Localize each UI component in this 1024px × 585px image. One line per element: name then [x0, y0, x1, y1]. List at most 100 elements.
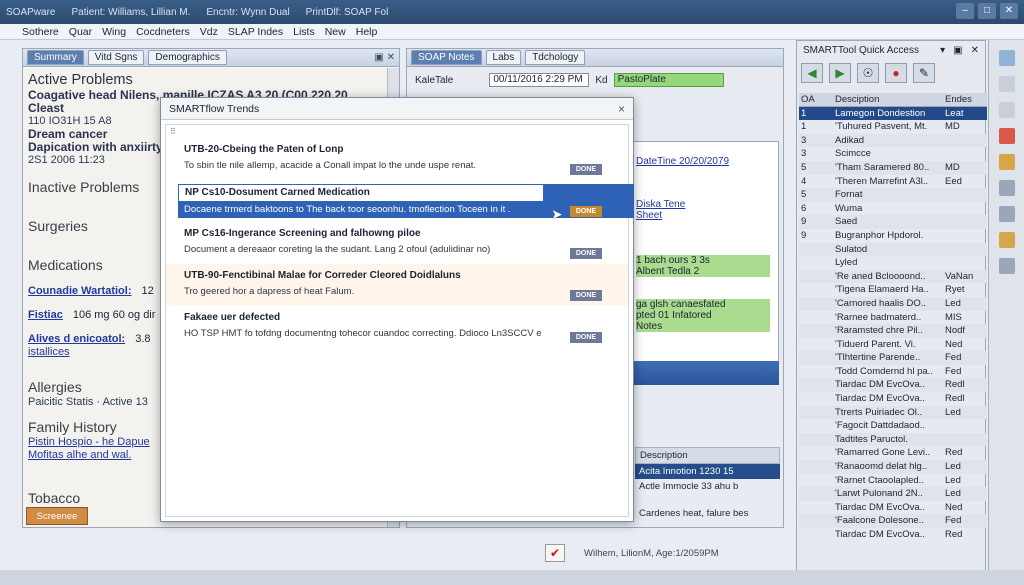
grid-cell-desc: 'Tigena Elamaerd Ha..: [835, 284, 929, 296]
grid-row[interactable]: 'Faalcone Dolesone.. Fed: [799, 514, 987, 528]
grid-row[interactable]: 'Tiduerd Parent. Vi. Ned: [799, 338, 987, 352]
menu-item-quar[interactable]: Quar: [69, 26, 92, 38]
column-header[interactable]: OA: [799, 93, 835, 106]
minimize-button[interactable]: –: [956, 3, 974, 19]
note-link[interactable]: Sheet: [636, 210, 770, 221]
status-field[interactable]: PastoPlate: [613, 73, 724, 87]
done-button[interactable]: DONE: [570, 164, 602, 175]
flow-title: UTB-20-Cbeing the Paten of Lonp: [184, 144, 344, 155]
grid-row[interactable]: 3 Scimcce: [799, 147, 987, 161]
column-header[interactable]: Desciption: [835, 93, 945, 106]
tab-labs[interactable]: Labs: [485, 50, 522, 65]
note-icon[interactable]: [998, 232, 1015, 248]
menu-item-cocdneters[interactable]: Cocdneters: [136, 26, 190, 38]
grid-row[interactable]: 'Raramsted chre Pil.. Nodf: [799, 324, 987, 338]
close-icon[interactable]: ✕: [971, 45, 979, 56]
grid-row[interactable]: 'Carnored haalis DO.. Led: [799, 296, 987, 311]
grid-row[interactable]: Ttrerts Puiriadec Ol.. Led: [799, 405, 987, 420]
list-icon[interactable]: [998, 206, 1015, 222]
close-icon[interactable]: ×: [618, 102, 625, 116]
note-date-link[interactable]: DateTine 20/20/2079: [636, 156, 770, 167]
chart-icon[interactable]: [998, 180, 1015, 196]
grid-row[interactable]: 1 Lamegon Dondestion Leat: [799, 106, 987, 121]
grid-row[interactable]: 4 'Theren Marrefint A3l.. Eed: [799, 175, 987, 189]
done-button[interactable]: DONE: [570, 332, 602, 343]
grid-cell-oa: 3: [801, 148, 807, 160]
grid-row[interactable]: Tiardac DM EvcOva.. Red: [799, 528, 987, 542]
grid-row[interactable]: 'Ranaoomd delat hlg.. Led: [799, 460, 987, 474]
grid-row[interactable]: Tiardac DM EvcOva.. Redl: [799, 392, 987, 406]
edit-icon[interactable]: ✎: [913, 63, 935, 83]
menu-item-wing[interactable]: Wing: [102, 26, 126, 38]
grid-row[interactable]: 'Fagocit Dattdadaod..: [799, 419, 987, 433]
medication-name[interactable]: Fistiac: [28, 308, 63, 322]
date-input[interactable]: 00/11/2016 2:29 PM: [489, 73, 590, 87]
bulb-icon[interactable]: ☉: [857, 63, 879, 83]
grid-row[interactable]: 'Larwt Pulonand 2N.. Led: [799, 487, 987, 501]
grid-row[interactable]: Lyled: [799, 256, 987, 270]
menu-item-vdz[interactable]: Vdz: [200, 26, 218, 38]
tab-tdchology[interactable]: Tdchology: [525, 50, 586, 65]
done-button[interactable]: DONE: [570, 290, 602, 301]
close-window-button[interactable]: ✕: [1000, 3, 1018, 19]
grid-row[interactable]: 5 'Tham Saramered 80.. MD: [799, 160, 987, 175]
tab-soap-notes[interactable]: SOAP Notes: [411, 50, 482, 65]
tab-summary[interactable]: Summary: [27, 50, 84, 65]
pin-icon[interactable]: ▣ ✕: [374, 52, 395, 63]
menu-item-new[interactable]: New: [325, 26, 346, 38]
record-icon[interactable]: [998, 128, 1015, 144]
table-row[interactable]: Cardenes heat, falure bes: [635, 506, 780, 521]
grid-row[interactable]: Tiardac DM EvcOva.. Redl: [799, 378, 987, 393]
table-row[interactable]: Actle Immocle 33 ahu b: [635, 479, 780, 494]
grid-row[interactable]: 9 Saed: [799, 215, 987, 229]
grid-row[interactable]: 3 Adikad: [799, 133, 987, 148]
back-icon[interactable]: ◀: [801, 63, 823, 83]
alert-icon[interactable]: ●: [885, 63, 907, 83]
done-button[interactable]: DONE: [570, 248, 602, 259]
grid-row[interactable]: 'Tigena Elamaerd Ha.. Ryet: [799, 283, 987, 297]
flow-item[interactable]: UTB-20-Cbeing the Paten of Lonp To sbin …: [166, 138, 628, 180]
grid-cell-oa: [799, 378, 835, 392]
medication-name[interactable]: Counadie Wartatiol:: [28, 284, 131, 298]
medication-name[interactable]: Alives d enicoatol:: [28, 332, 125, 346]
screening-tab[interactable]: Screenee: [26, 507, 88, 525]
flow-item[interactable]: Fakaee uer defected HO TSP HMT fo tofdng…: [166, 306, 628, 348]
grid-row[interactable]: 6 Wuma: [799, 202, 987, 216]
note-link[interactable]: Diska Tene: [636, 199, 770, 210]
tab-vital-signs[interactable]: Vitd Sgns: [87, 50, 145, 65]
menu-item-slap-indes[interactable]: SLAP Indes: [228, 26, 283, 38]
folder-icon[interactable]: [998, 154, 1015, 170]
table-row[interactable]: Acita Innotion 1230 15: [635, 464, 780, 479]
grid-row[interactable]: 'Todd Comdernd hl pa.. Fed: [799, 365, 987, 379]
menu-item-help[interactable]: Help: [356, 26, 378, 38]
grid-row[interactable]: Tadtites Paructol.: [799, 432, 987, 447]
grid-row[interactable]: 'Rarnee badmaterd.. MIS: [799, 311, 987, 325]
grid-row[interactable]: 'Rarnet Ctaoolapled.. Led: [799, 474, 987, 488]
settings-icon[interactable]: [998, 258, 1015, 274]
grid-row[interactable]: 5 Fornat: [799, 188, 987, 202]
menu-item-sothere[interactable]: Sothere: [22, 26, 59, 38]
dropdown-icon[interactable]: ▾: [940, 45, 945, 56]
tab-demographics[interactable]: Demographics: [148, 50, 227, 65]
grip-icon[interactable]: ⠿: [166, 125, 628, 138]
calendar-icon[interactable]: [998, 50, 1015, 66]
maximize-button[interactable]: □: [978, 3, 996, 19]
document-icon[interactable]: [998, 76, 1015, 92]
grid-row[interactable]: 'Ramarred Gone Levi.. Red: [799, 446, 987, 460]
done-button[interactable]: DONE: [570, 206, 602, 217]
grid-row[interactable]: 'Tlhtertine Parende.. Fed: [799, 351, 987, 365]
dock-icon[interactable]: ▣: [953, 45, 962, 56]
printer-icon[interactable]: [998, 102, 1015, 118]
menu-item-lists[interactable]: Lists: [293, 26, 315, 38]
grid-row[interactable]: 9 Bugranphor Hpdorol.: [799, 229, 987, 243]
forward-icon[interactable]: ▶: [829, 63, 851, 83]
grid-row[interactable]: Tiardac DM EvcOva.. Ned: [799, 501, 987, 515]
grid-cell-oa: 1: [801, 107, 807, 119]
grid-row[interactable]: 'Re aned Bcloooond.. VaNan: [799, 269, 987, 284]
grid-row[interactable]: Sulatod: [799, 242, 987, 257]
flag-icon[interactable]: ✔: [545, 544, 565, 562]
flow-item[interactable]: MP Cs16-Ingerance Screening and falhowng…: [166, 222, 628, 264]
flow-item[interactable]: UTB-90-Fenctibinal Malae for Correder Cl…: [166, 264, 628, 306]
column-header[interactable]: Endes: [945, 93, 985, 106]
grid-row[interactable]: 1 'Tuhured Pasvent, Mt. MD: [799, 120, 987, 134]
